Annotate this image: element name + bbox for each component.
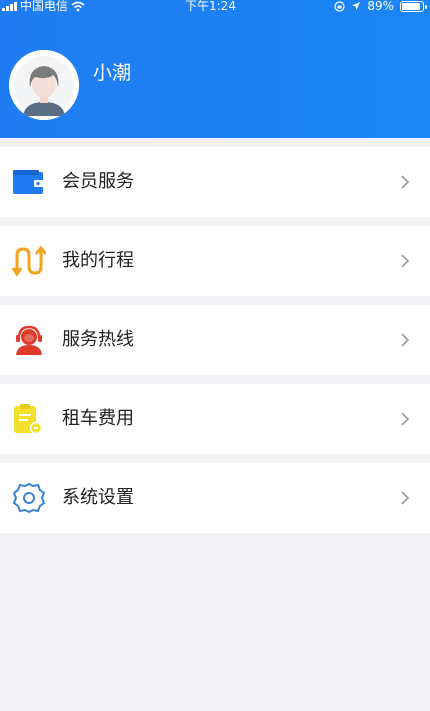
rotation-lock-icon	[334, 0, 345, 12]
menu-list: 会员服务 我的行程 服务热线 租车费用 系统设置	[0, 147, 430, 533]
clock-label: 下午1:24	[185, 0, 236, 13]
carrier-label: 中国电信	[20, 0, 69, 13]
route-arrows-icon	[12, 245, 46, 277]
location-arrow-icon	[352, 2, 361, 10]
avatar[interactable]	[9, 50, 79, 120]
chevron-right-icon	[401, 254, 410, 268]
menu-item-label: 我的行程	[62, 250, 134, 271]
battery-icon	[400, 0, 427, 12]
menu-item-label: 租车费用	[62, 408, 134, 429]
status-bar: 中国电信 下午1:24 89%	[0, 0, 430, 16]
menu-item-label: 会员服务	[62, 171, 134, 192]
username[interactable]: 小潮	[93, 58, 131, 85]
battery-percent: 89%	[367, 0, 394, 13]
signal-icon	[2, 1, 17, 11]
chevron-right-icon	[401, 175, 410, 189]
profile-header: 中国电信 下午1:24 89% 小潮	[0, 0, 430, 138]
menu-item-label: 服务热线	[62, 329, 134, 350]
customer-service-icon	[16, 325, 42, 355]
menu-item-system-settings[interactable]: 系统设置	[0, 463, 430, 533]
menu-item-my-trips[interactable]: 我的行程	[0, 226, 430, 296]
chevron-right-icon	[401, 412, 410, 426]
chevron-right-icon	[401, 333, 410, 347]
chevron-right-icon	[401, 491, 410, 505]
menu-item-rental-fees[interactable]: 租车费用	[0, 384, 430, 454]
wallet-icon	[13, 170, 44, 194]
gear-icon	[12, 482, 46, 514]
menu-item-label: 系统设置	[62, 487, 134, 508]
menu-item-service-hotline[interactable]: 服务热线	[0, 305, 430, 375]
wifi-icon	[71, 1, 85, 11]
user-avatar-icon	[9, 50, 79, 120]
menu-item-membership[interactable]: 会员服务	[0, 147, 430, 217]
bill-icon	[14, 404, 43, 435]
